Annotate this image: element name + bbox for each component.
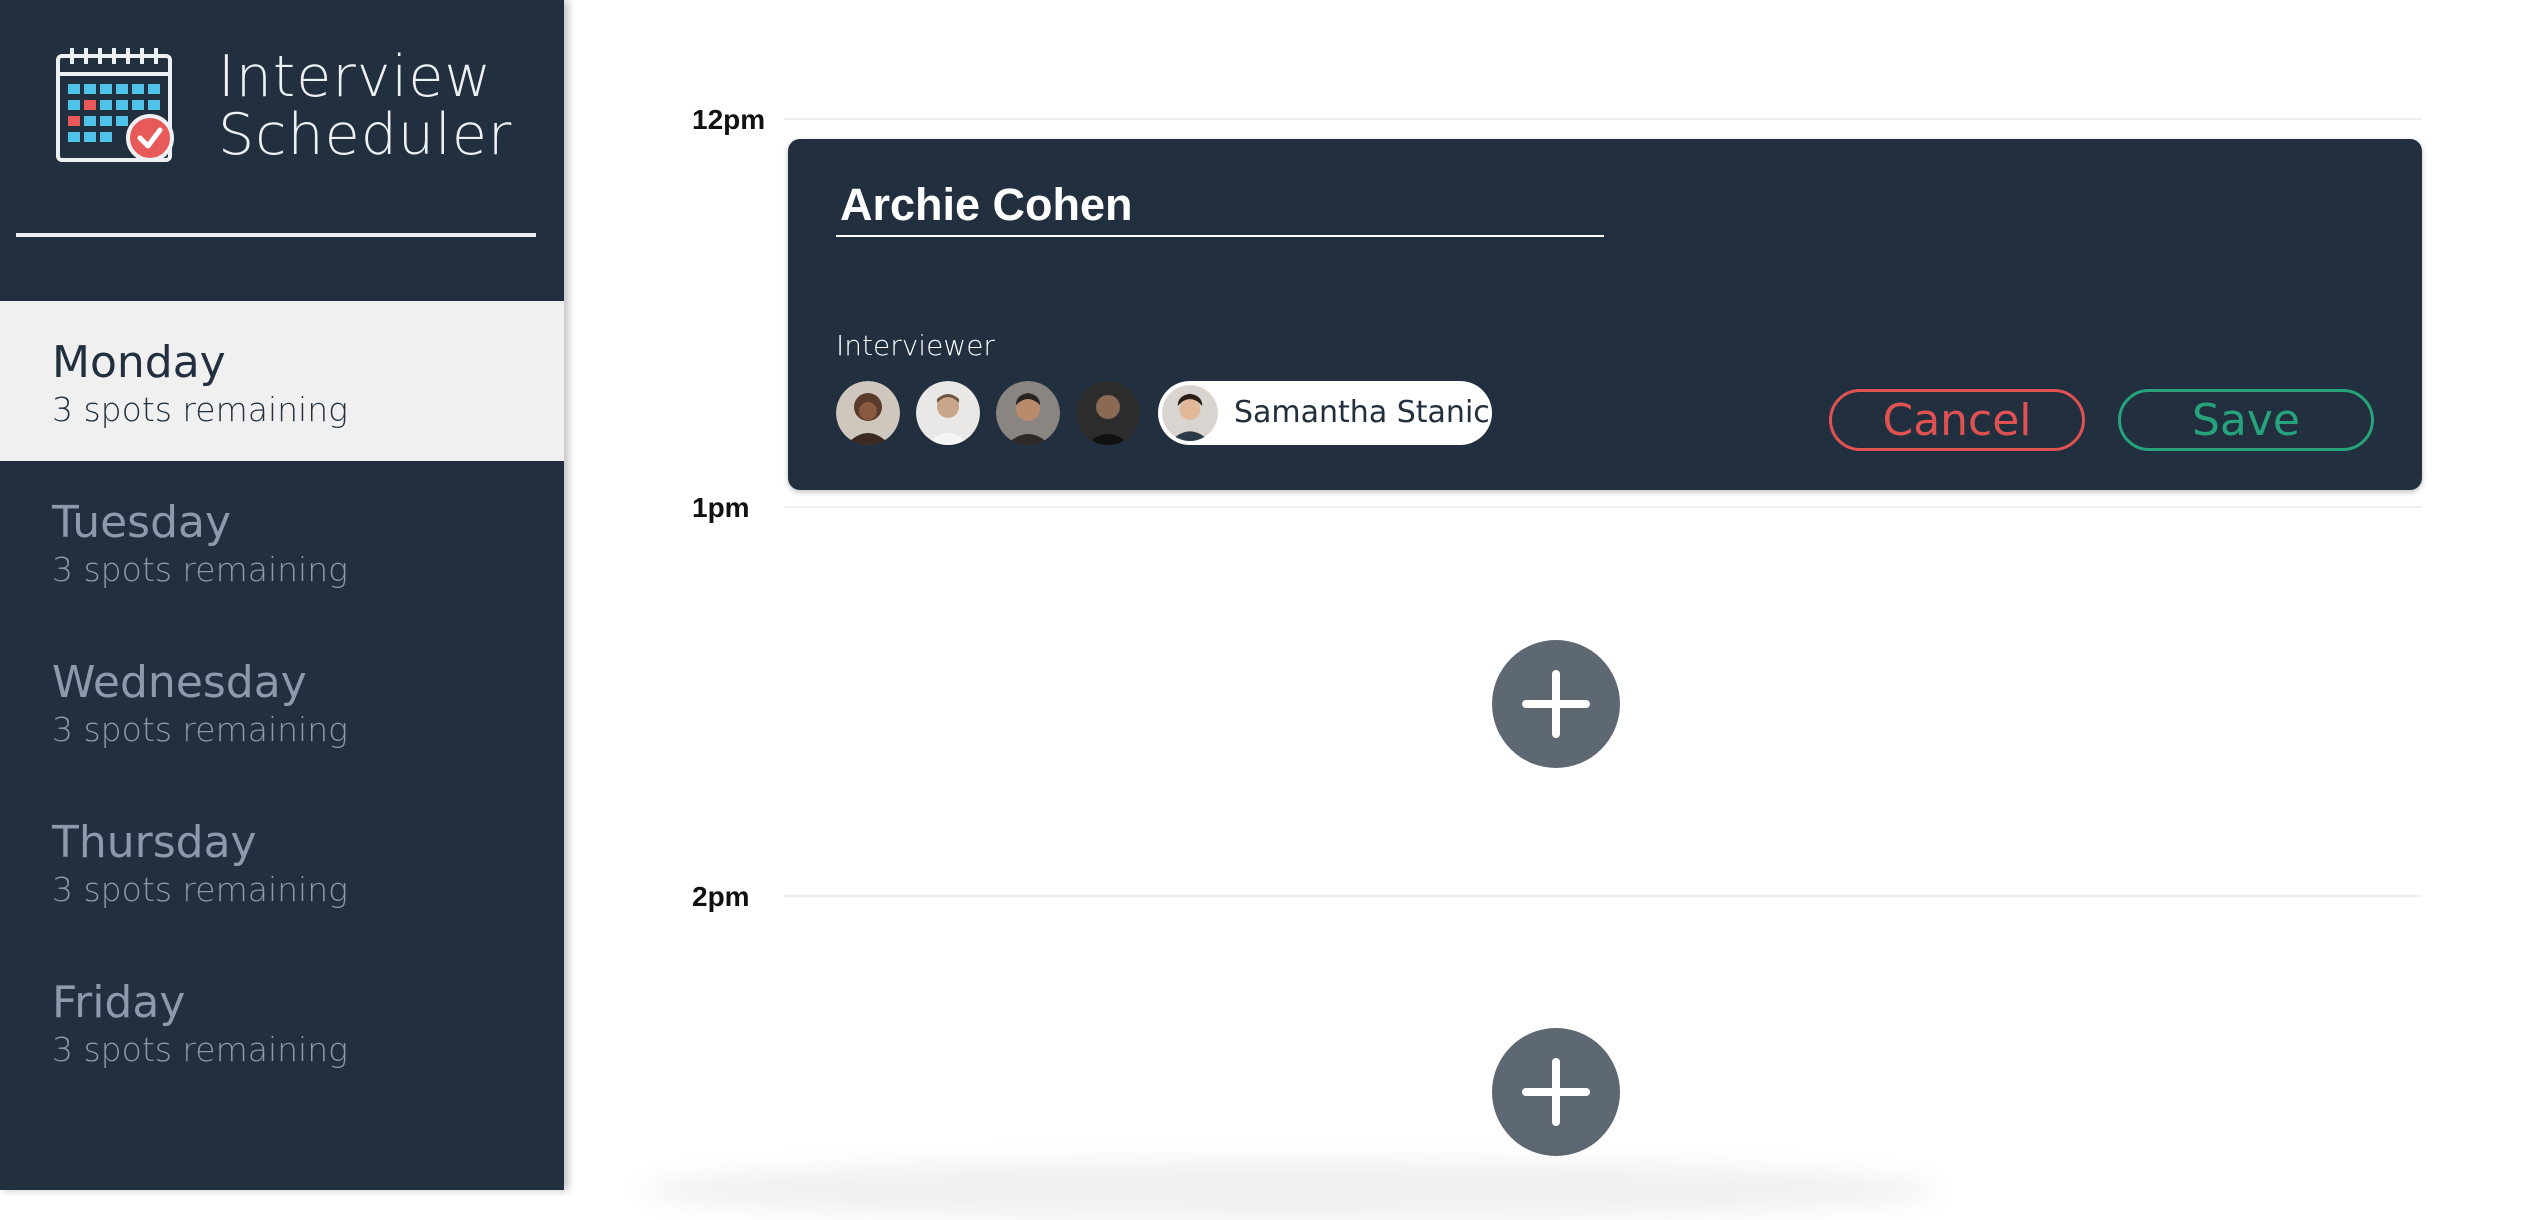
time-label-2pm: 2pm (692, 881, 750, 912)
day-spots: 3 spots remaining (52, 390, 348, 429)
time-label-12pm: 12pm (692, 104, 766, 135)
bottom-shadow (640, 1160, 1940, 1220)
interviewer-avatar[interactable] (996, 381, 1060, 445)
sidebar-divider (16, 233, 536, 237)
day-spots: 3 spots remaining (52, 870, 348, 909)
calendar-check-icon (54, 46, 174, 166)
app-title-line2: Scheduler (218, 102, 513, 168)
day-name: Friday (52, 977, 186, 1028)
app-title: Interview Scheduler (218, 48, 512, 164)
interviewer-avatar[interactable] (916, 381, 980, 445)
day-name: Thursday (52, 817, 257, 868)
day-spots: 3 spots remaining (52, 710, 348, 749)
appointment-form: Archie Cohen Interviewer Samantha Stanic… (788, 139, 2422, 490)
interviewer-heading: Interviewer (836, 329, 995, 362)
day-item-tuesday[interactable]: Tuesday 3 spots remaining (0, 461, 564, 621)
hour-line (784, 895, 2422, 897)
hour-line (784, 506, 2422, 508)
day-item-wednesday[interactable]: Wednesday 3 spots remaining (0, 621, 564, 781)
selected-interviewer-avatar (1162, 385, 1218, 441)
interviewer-avatar[interactable] (836, 381, 900, 445)
interviewer-avatar[interactable] (1076, 381, 1140, 445)
day-name: Tuesday (52, 497, 232, 548)
student-name-input[interactable]: Archie Cohen (836, 177, 1604, 237)
day-name: Monday (52, 337, 226, 388)
app-title-line1: Interview (218, 44, 493, 110)
selected-interviewer-name: Samantha Stanic (1234, 395, 1490, 430)
day-name: Wednesday (52, 657, 307, 708)
add-appointment-button[interactable] (1492, 640, 1620, 768)
day-spots: 3 spots remaining (52, 550, 348, 589)
plus-icon (1522, 670, 1590, 738)
selected-interviewer[interactable]: Samantha Stanic (1158, 381, 1492, 445)
plus-icon (1522, 1058, 1590, 1126)
day-item-thursday[interactable]: Thursday 3 spots remaining (0, 781, 564, 941)
sidebar: Interview Scheduler Monday 3 spots remai… (0, 0, 564, 1190)
cancel-button[interactable]: Cancel (1829, 389, 2085, 451)
day-spots: 3 spots remaining (52, 1030, 348, 1069)
day-item-monday[interactable]: Monday 3 spots remaining (0, 301, 564, 461)
hour-line (784, 118, 2422, 120)
save-button[interactable]: Save (2118, 389, 2374, 451)
day-item-friday[interactable]: Friday 3 spots remaining (0, 941, 564, 1101)
day-list: Monday 3 spots remaining Tuesday 3 spots… (0, 301, 564, 1101)
add-appointment-button[interactable] (1492, 1028, 1620, 1156)
time-label-1pm: 1pm (692, 492, 750, 523)
